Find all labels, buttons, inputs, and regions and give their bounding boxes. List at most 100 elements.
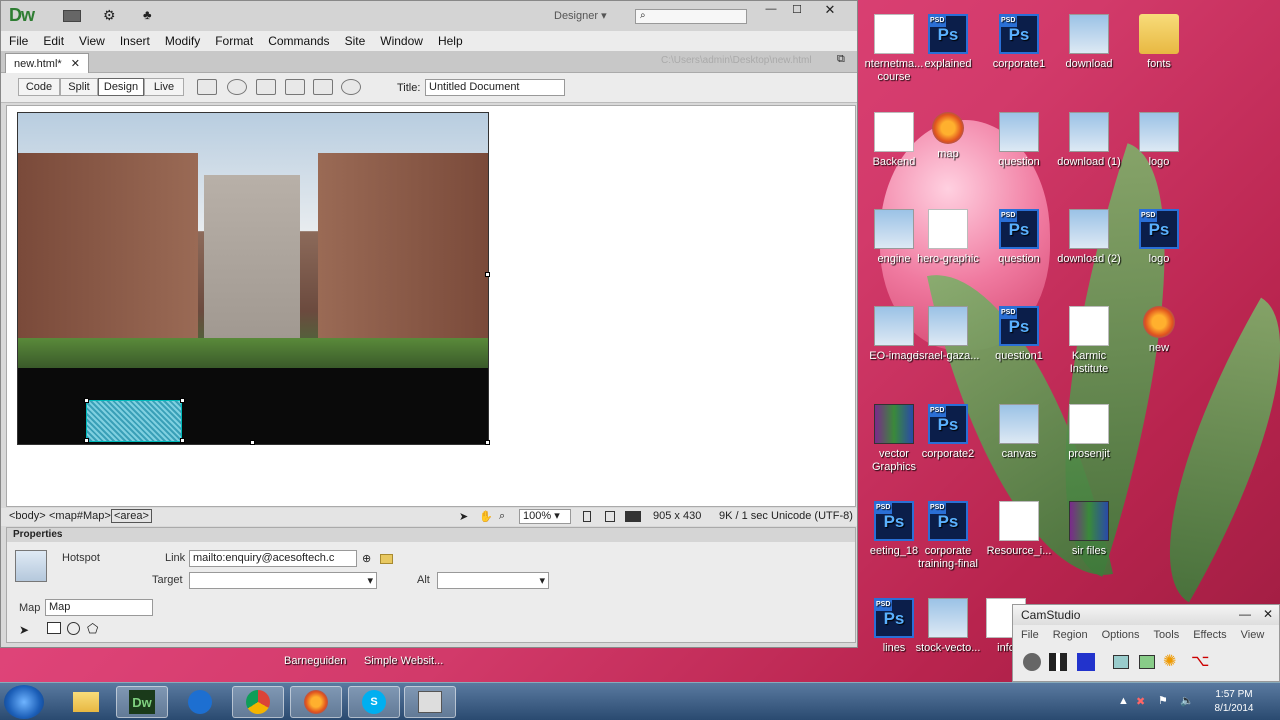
multiscreen-icon[interactable] (197, 79, 217, 95)
visual-aids-icon[interactable] (313, 79, 333, 95)
menu-modify[interactable]: Modify (165, 34, 200, 48)
hotspot-handle[interactable] (84, 438, 89, 443)
icon-download[interactable]: download (1053, 10, 1125, 100)
image-resize-handle[interactable] (485, 440, 490, 445)
files-icon[interactable] (1139, 655, 1155, 669)
close-tab-icon[interactable]: ✕ (71, 58, 80, 70)
icon-download1[interactable]: download (1) (1053, 108, 1125, 198)
select-tool-icon[interactable]: ➤ (459, 510, 468, 523)
network-icon[interactable]: ✖ (1136, 695, 1145, 708)
zoom-tool-icon[interactable]: ⌕ (499, 510, 505, 523)
icon-question[interactable]: question (983, 108, 1055, 198)
icon-logo-ps[interactable]: Ps logo (1123, 205, 1195, 295)
map-name-input[interactable]: Map (45, 599, 153, 616)
camstudio-menu-view[interactable]: View (1241, 629, 1265, 641)
hotspot-handle[interactable] (84, 398, 89, 403)
icon-logo[interactable]: logo (1123, 108, 1195, 198)
icon-map[interactable]: map (912, 108, 984, 198)
design-view-button[interactable]: Design (98, 78, 144, 96)
record-button[interactable] (1023, 653, 1041, 671)
annotation-icon[interactable]: ⌥ (1191, 651, 1209, 671)
rectangle-hotspot-tool-icon[interactable] (47, 622, 61, 634)
settings-icon[interactable]: ✺ (1163, 651, 1176, 671)
camstudio-menu-tools[interactable]: Tools (1154, 629, 1180, 641)
design-view-canvas[interactable] (6, 105, 856, 507)
icon-explained[interactable]: Ps explained (912, 10, 984, 100)
desktop-size-icon[interactable] (625, 511, 641, 522)
site-icon[interactable]: ♣ (143, 7, 152, 22)
camstudio-close-button[interactable]: ✕ (1263, 607, 1273, 621)
browse-folder-icon[interactable] (380, 554, 393, 564)
zoom-select[interactable]: 100% ▾ (519, 509, 571, 524)
menu-help[interactable]: Help (438, 34, 463, 48)
start-button[interactable] (4, 685, 44, 719)
icon-new[interactable]: new (1123, 302, 1195, 392)
icon-sir-files[interactable]: sir files (1053, 497, 1125, 587)
maximize-button[interactable]: ☐ (785, 3, 809, 19)
tablet-size-icon[interactable] (605, 511, 615, 522)
split-view-button[interactable]: Split (60, 78, 98, 96)
image-resize-handle[interactable] (485, 272, 490, 277)
pointer-hotspot-tool-icon[interactable]: ➤ (19, 623, 29, 637)
desktop-label-barneguiden[interactable]: Barneguiden (284, 655, 346, 667)
flag-icon[interactable]: ⚑ (1158, 694, 1168, 707)
menu-view[interactable]: View (79, 34, 105, 48)
title-input[interactable]: Untitled Document (425, 79, 565, 96)
taskbar-firefox[interactable] (290, 686, 342, 718)
building-image[interactable] (17, 112, 489, 445)
region-icon[interactable] (1113, 655, 1129, 669)
link-input[interactable]: mailto:enquiry@acesoftech.c (189, 550, 357, 567)
icon-corporate-training[interactable]: Ps corporate training-final (912, 497, 984, 587)
taskbar-teamviewer[interactable] (174, 686, 226, 718)
workspace-switcher[interactable]: Designer ▾ (554, 9, 607, 22)
icon-israel[interactable]: israel-gaza... (912, 302, 984, 392)
camstudio-menu-options[interactable]: Options (1102, 629, 1140, 641)
menu-file[interactable]: File (9, 34, 28, 48)
icon-question1[interactable]: Ps question1 (983, 302, 1055, 392)
menu-site[interactable]: Site (345, 34, 366, 48)
alt-select[interactable]: ▾ (437, 572, 549, 589)
image-resize-handle[interactable] (250, 440, 255, 445)
hotspot-handle[interactable] (180, 398, 185, 403)
circle-hotspot-tool-icon[interactable] (67, 622, 80, 635)
refresh-design-icon[interactable] (341, 79, 361, 95)
icon-prosenjit[interactable]: prosenjit (1053, 400, 1125, 490)
restore-icon[interactable]: ⧉ (837, 53, 845, 66)
desktop-label-simple-website[interactable]: Simple Websit... (364, 655, 443, 667)
taskbar-chrome[interactable] (232, 686, 284, 718)
taskbar-skype[interactable]: S (348, 686, 400, 718)
hotspot-area[interactable] (86, 400, 182, 442)
pause-button[interactable] (1049, 653, 1067, 671)
minimize-button[interactable]: — (759, 3, 783, 19)
tag-area[interactable]: <area> (111, 509, 152, 523)
icon-corporate2[interactable]: Ps corporate2 (912, 400, 984, 490)
close-button[interactable]: ✕ (813, 2, 847, 20)
doc-tab-new[interactable]: new.html* ✕ (5, 53, 89, 73)
menu-insert[interactable]: Insert (120, 34, 150, 48)
check-browser-icon[interactable] (285, 79, 305, 95)
taskbar-dreamweaver[interactable]: Dw (116, 686, 168, 718)
polygon-hotspot-tool-icon[interactable]: ⬠ (87, 621, 98, 637)
camstudio-menu-effects[interactable]: Effects (1193, 629, 1226, 641)
icon-fonts[interactable]: fonts (1123, 10, 1195, 100)
icon-hero-graphic[interactable]: hero-graphic (912, 205, 984, 295)
camstudio-menu-file[interactable]: File (1021, 629, 1039, 641)
icon-download2[interactable]: download (2) (1053, 205, 1125, 295)
icon-karmic[interactable]: Karmic Institute (1053, 302, 1125, 392)
volume-icon[interactable]: 🔈 (1180, 694, 1194, 707)
hand-tool-icon[interactable]: ✋ (479, 510, 493, 523)
menu-window[interactable]: Window (380, 34, 423, 48)
point-to-file-icon[interactable]: ⊕ (362, 552, 371, 565)
hotspot-handle[interactable] (180, 438, 185, 443)
menu-edit[interactable]: Edit (43, 34, 64, 48)
icon-corporate1[interactable]: Ps corporate1 (983, 10, 1055, 100)
taskbar-camstudio[interactable] (404, 686, 456, 718)
code-view-button[interactable]: Code (18, 78, 60, 96)
target-select[interactable]: ▾ (189, 572, 377, 589)
tag-body[interactable]: <body> (9, 510, 46, 522)
gear-icon[interactable]: ⚙ (103, 7, 116, 24)
search-input[interactable]: ⌕ (635, 9, 747, 24)
mobile-size-icon[interactable] (583, 511, 591, 522)
layout-icon[interactable] (63, 10, 81, 22)
camstudio-menu-region[interactable]: Region (1053, 629, 1088, 641)
